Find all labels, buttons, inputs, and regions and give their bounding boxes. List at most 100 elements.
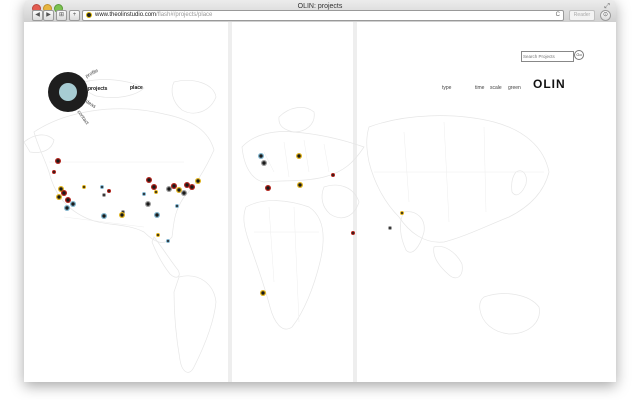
project-marker-core: [297, 154, 301, 158]
reload-icon[interactable]: C: [556, 11, 560, 20]
project-marker-core: [185, 183, 189, 187]
project-marker[interactable]: [265, 185, 271, 191]
project-marker[interactable]: [146, 177, 152, 183]
project-marker[interactable]: [260, 290, 266, 296]
project-marker-core: [147, 178, 151, 182]
project-marker[interactable]: [156, 233, 160, 237]
project-marker[interactable]: [52, 170, 56, 174]
subnav-time[interactable]: time: [475, 85, 484, 91]
project-marker[interactable]: [154, 212, 160, 218]
reader-button[interactable]: Reader: [569, 10, 595, 21]
japan-outline: [511, 170, 527, 196]
project-marker-core: [262, 161, 266, 165]
brand-logo: OLIN: [533, 77, 566, 91]
url-text: www.theolinstudio.com/flash#/projects/pl…: [95, 11, 212, 20]
project-marker-core: [157, 234, 159, 236]
project-marker[interactable]: [297, 182, 303, 188]
project-marker[interactable]: [82, 185, 86, 189]
favicon-icon: [86, 12, 92, 18]
project-marker[interactable]: [142, 192, 146, 196]
project-marker[interactable]: [102, 193, 106, 197]
menu-item-projects[interactable]: projects: [88, 86, 107, 92]
project-marker[interactable]: [189, 184, 195, 190]
forward-button[interactable]: ▶: [43, 10, 54, 21]
back-button[interactable]: ◀: [32, 10, 43, 21]
greenland-outline: [171, 80, 217, 114]
project-marker[interactable]: [261, 160, 267, 166]
project-marker[interactable]: [258, 153, 264, 159]
world-map: [24, 22, 550, 382]
project-marker-core: [152, 185, 156, 189]
subnav-place[interactable]: place: [130, 85, 143, 91]
continent-outlines: [24, 79, 550, 373]
project-marker-core: [167, 240, 169, 242]
europe-borders: [263, 139, 330, 178]
alaska-outline: [24, 134, 55, 153]
project-marker[interactable]: [175, 204, 179, 208]
north-america-outline: [33, 108, 215, 243]
project-marker-core: [146, 202, 150, 206]
project-marker[interactable]: [55, 158, 61, 164]
subnav-type[interactable]: type: [442, 85, 451, 91]
project-marker-core: [56, 159, 60, 163]
project-marker[interactable]: [119, 212, 125, 218]
subnav-green[interactable]: green: [508, 85, 521, 91]
project-marker[interactable]: [351, 231, 355, 235]
project-marker[interactable]: [166, 239, 170, 243]
project-marker-core: [108, 190, 110, 192]
project-marker[interactable]: [64, 205, 70, 211]
project-marker[interactable]: [56, 194, 62, 200]
project-marker[interactable]: [70, 201, 76, 207]
project-marker[interactable]: [154, 190, 158, 194]
sidebar-button[interactable]: ⊞: [56, 10, 67, 21]
project-marker[interactable]: [65, 197, 71, 203]
project-marker[interactable]: [151, 184, 157, 190]
project-marker-core: [102, 214, 106, 218]
url-host: www.theolinstudio.com: [95, 12, 157, 18]
central-america-outline: [151, 236, 180, 278]
search-input[interactable]: [521, 51, 574, 62]
southeast-asia-outline: [433, 246, 463, 279]
project-marker-core: [332, 174, 334, 176]
project-marker-core: [120, 213, 124, 217]
project-marker[interactable]: [101, 213, 107, 219]
project-marker[interactable]: [400, 211, 404, 215]
project-marker-core: [266, 186, 270, 190]
project-marker[interactable]: [181, 190, 187, 196]
address-bar[interactable]: www.theolinstudio.com/flash#/projects/pl…: [82, 10, 564, 21]
project-marker-core: [71, 202, 75, 206]
project-marker[interactable]: [107, 189, 111, 193]
url-path: /flash#/projects/place: [156, 12, 213, 18]
map-panel-dividers: [228, 22, 357, 382]
project-marker-core: [66, 198, 70, 202]
olin-logo-ring-icon[interactable]: [48, 72, 88, 112]
africa-outline: [243, 200, 324, 330]
project-marker-core: [62, 191, 66, 195]
project-marker[interactable]: [388, 226, 392, 230]
new-tab-button[interactable]: +: [69, 10, 80, 21]
project-marker[interactable]: [195, 178, 201, 184]
project-marker-core: [103, 194, 105, 196]
page-content: profile projects ideas contact place typ…: [24, 22, 616, 382]
project-marker[interactable]: [166, 186, 172, 192]
project-marker[interactable]: [171, 183, 177, 189]
go-button[interactable]: Go: [574, 50, 584, 60]
project-marker[interactable]: [61, 190, 67, 196]
australia-outline: [479, 293, 540, 335]
subnav-scale[interactable]: scale: [490, 85, 502, 91]
project-marker-core: [177, 188, 181, 192]
project-marker[interactable]: [296, 153, 302, 159]
project-marker-core: [155, 213, 159, 217]
project-marker[interactable]: [100, 185, 104, 189]
project-marker-core: [176, 205, 178, 207]
project-marker-core: [53, 171, 55, 173]
project-marker[interactable]: [331, 173, 335, 177]
project-marker-core: [143, 193, 145, 195]
country-borders: [49, 121, 544, 323]
project-marker-core: [261, 291, 265, 295]
project-marker[interactable]: [145, 201, 151, 207]
africa-borders: [254, 206, 319, 323]
project-marker[interactable]: [176, 187, 182, 193]
downloads-icon[interactable]: ⊙: [600, 10, 611, 21]
project-marker-core: [101, 186, 103, 188]
